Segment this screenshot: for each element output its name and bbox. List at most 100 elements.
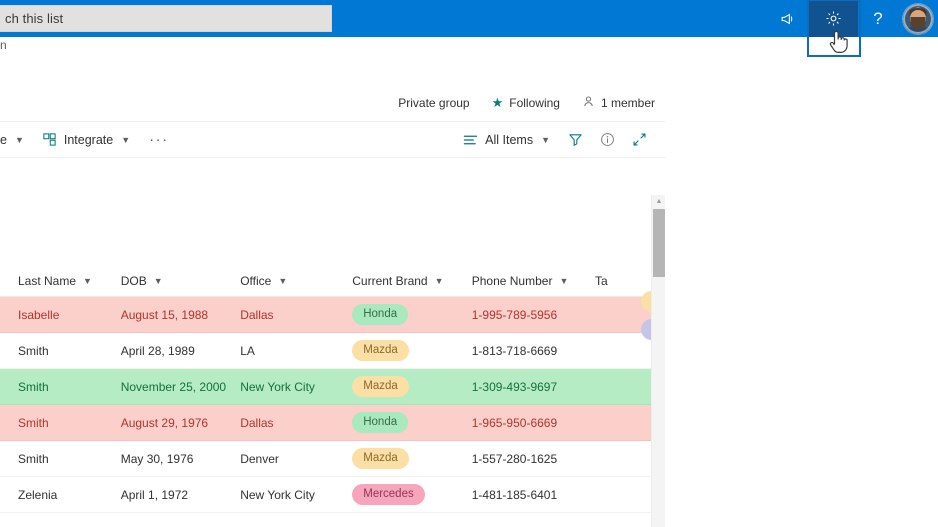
view-label: All Items <box>485 132 534 147</box>
list-view-icon <box>463 133 478 147</box>
cell-office: New York City <box>240 379 315 394</box>
column-header-phone-number[interactable]: Phone Number ▼ <box>472 274 595 288</box>
cell-office: New York City <box>240 487 315 502</box>
cell-phone: 1-481-185-6401 <box>471 487 558 502</box>
column-header-tags[interactable]: Ta <box>595 274 651 288</box>
suite-bar: ch this list ? <box>0 0 938 57</box>
brand-pill: Mazda <box>352 448 409 469</box>
integrate-icon <box>42 132 57 147</box>
brand-pill: Honda <box>352 412 409 433</box>
cell-phone: 1-965-950-6669 <box>471 415 558 430</box>
cell-phone: 1-309-493-9697 <box>471 379 558 394</box>
command-clipped-label: e <box>0 132 7 147</box>
gear-icon <box>825 11 841 26</box>
chevron-down-icon: ▼ <box>83 275 92 286</box>
brand-pill: Mazda <box>352 376 409 397</box>
cell-last-name: Smith <box>18 343 49 358</box>
cell-dob: August 15, 1988 <box>120 307 209 322</box>
following-button[interactable]: ★ Following <box>492 96 560 110</box>
search-placeholder: ch this list <box>5 11 64 26</box>
vertical-scrollbar[interactable]: ▲ <box>651 195 665 527</box>
chevron-down-icon: ▼ <box>14 134 24 145</box>
members-button[interactable]: 1 member <box>582 95 655 111</box>
cell-brand: Mazda <box>352 340 472 361</box>
cell-office: Dallas <box>240 307 274 322</box>
settings-callout <box>809 37 859 56</box>
cell-brand: Mazda <box>352 376 472 397</box>
cell-dob: November 25, 2000 <box>120 379 227 394</box>
column-header-current-brand[interactable]: Current Brand ▼ <box>352 274 472 288</box>
star-icon: ★ <box>491 95 504 110</box>
chevron-down-icon: ▼ <box>541 134 550 145</box>
command-bar-right: All Items ▼ <box>454 122 665 158</box>
table-row[interactable]: Zelenia April 1, 1972 New York City Merc… <box>0 477 651 513</box>
settings-button[interactable] <box>808 0 858 37</box>
command-bar-left: e ▼ Integrate ▼ ··· <box>0 122 179 158</box>
table-row[interactable]: Isabelle August 15, 1988 Dallas Honda 1-… <box>0 297 651 333</box>
brand-pill: Mercedes <box>352 484 425 505</box>
person-icon <box>582 95 595 111</box>
privacy-label: Private group <box>398 95 470 110</box>
chevron-down-icon: ▼ <box>434 275 444 286</box>
list-grid: Last Name ▼ DOB ▼ Office ▼ Current Brand… <box>0 195 651 513</box>
cell-phone: 1-557-280-1625 <box>471 451 558 466</box>
cell-last-name: Isabelle <box>18 307 60 322</box>
cell-last-name: Smith <box>18 451 49 466</box>
cell-office: LA <box>240 343 255 358</box>
account-manager-button[interactable] <box>898 0 938 37</box>
more-commands-button[interactable]: ··· <box>139 122 179 158</box>
table-header-row: Last Name ▼ DOB ▼ Office ▼ Current Brand… <box>0 265 651 297</box>
filter-icon[interactable] <box>559 124 591 156</box>
integrate-label: Integrate <box>63 132 114 147</box>
cell-office: Denver <box>240 451 279 466</box>
brand-pill: Mazda <box>352 340 409 361</box>
search-input[interactable]: ch this list <box>0 5 332 32</box>
cell-dob: April 1, 1972 <box>120 487 189 502</box>
cell-dob: April 28, 1989 <box>120 343 195 358</box>
cell-phone: 1-813-718-6669 <box>471 343 558 358</box>
help-icon: ? <box>873 9 883 28</box>
chevron-down-icon: ▼ <box>278 275 288 286</box>
table-row[interactable]: Smith May 30, 1976 Denver Mazda 1-557-28… <box>0 441 651 477</box>
cell-office: Dallas <box>240 415 274 430</box>
integrate-button[interactable]: Integrate ▼ <box>33 122 139 158</box>
table-row[interactable]: Smith August 29, 1976 Dallas Honda 1-965… <box>0 405 651 441</box>
ellipsis-icon: ··· <box>149 131 169 148</box>
chevron-down-icon: ▼ <box>121 134 131 145</box>
table-row[interactable]: Smith April 28, 1989 LA Mazda 1-813-718-… <box>0 333 651 369</box>
column-header-last-name[interactable]: Last Name ▼ <box>0 274 121 288</box>
help-button[interactable]: ? <box>858 0 898 37</box>
megaphone-icon[interactable] <box>768 0 808 37</box>
cell-brand: Honda <box>352 412 472 433</box>
chevron-down-icon: ▼ <box>153 275 163 286</box>
list-viewport: Last Name ▼ DOB ▼ Office ▼ Current Brand… <box>0 195 665 527</box>
cell-last-name: Zelenia <box>18 487 58 502</box>
members-label: 1 member <box>600 95 655 110</box>
info-icon[interactable] <box>591 124 623 156</box>
clipped-nav-text: n <box>0 38 7 52</box>
column-header-office[interactable]: Office ▼ <box>240 274 352 288</box>
following-label: Following <box>509 95 560 110</box>
view-selector-button[interactable]: All Items ▼ <box>454 122 559 158</box>
cell-brand: Mercedes <box>352 484 472 505</box>
cell-brand: Mazda <box>352 448 472 469</box>
cell-last-name: Smith <box>18 379 49 394</box>
site-meta-bar: Private group ★ Following 1 member <box>0 84 665 122</box>
settings-button-wrap <box>807 0 861 57</box>
cell-last-name: Smith <box>18 415 49 430</box>
command-bar: e ▼ Integrate ▼ ··· All Items ▼ <box>0 122 665 158</box>
scrollbar-thumb[interactable] <box>653 209 665 277</box>
suite-actions: ? <box>768 0 938 57</box>
scroll-up-arrow-icon[interactable]: ▲ <box>652 195 666 208</box>
brand-pill: Honda <box>352 304 409 325</box>
app-root: ch this list ? n Private group ★ Followi… <box>0 0 938 527</box>
cell-brand: Honda <box>352 304 472 325</box>
command-clipped-button[interactable]: e ▼ <box>0 122 33 158</box>
table-row[interactable]: Smith November 25, 2000 New York City Ma… <box>0 369 651 405</box>
cell-dob: August 29, 1976 <box>120 415 209 430</box>
column-header-dob[interactable]: DOB ▼ <box>121 274 241 288</box>
expand-icon[interactable] <box>623 124 655 156</box>
cell-phone: 1-995-789-5956 <box>471 307 558 322</box>
cell-dob: May 30, 1976 <box>120 451 194 466</box>
chevron-down-icon: ▼ <box>559 275 569 286</box>
